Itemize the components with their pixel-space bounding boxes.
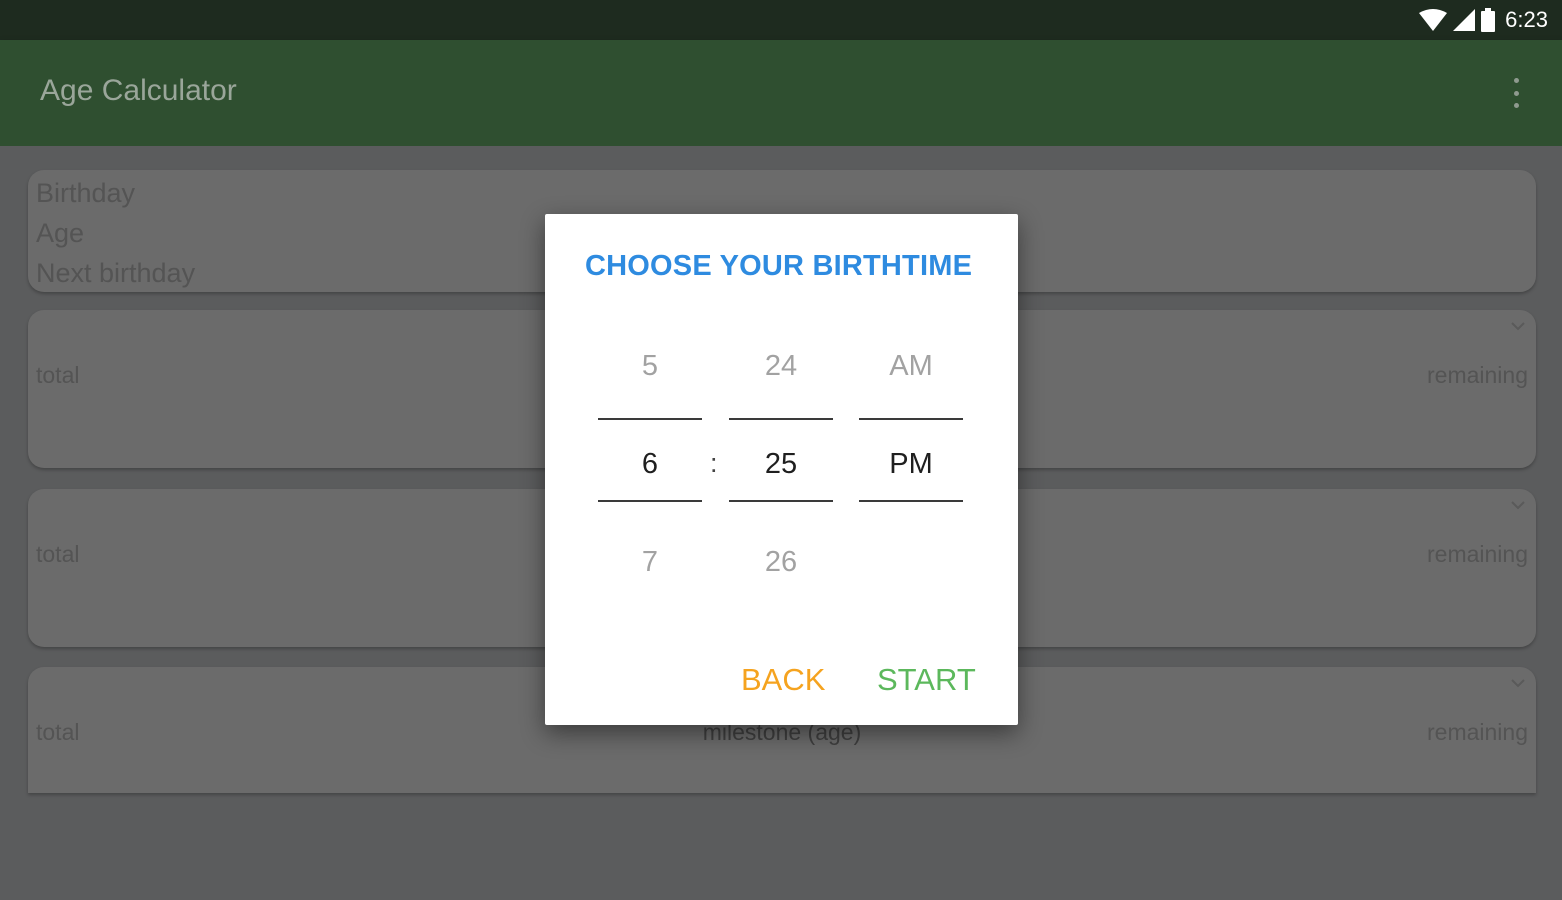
picker-divider [598,500,702,502]
chevron-down-icon[interactable] [1510,675,1526,691]
time-separator: : [710,448,718,478]
minute-prev[interactable]: 24 [729,350,833,383]
app-bar: Age Calculator [0,40,1562,146]
picker-divider [859,418,963,420]
birthtime-dialog: CHOOSE YOUR BIRTHTIME 5 6 7 : 24 25 26 A… [545,214,1018,725]
status-time: 6:23 [1505,7,1548,32]
wifi-icon [1419,9,1448,31]
dialog-title: CHOOSE YOUR BIRTHTIME [585,250,973,282]
stat-total-label: total [36,362,80,388]
hour-next[interactable]: 7 [598,546,702,579]
stat-remaining-label: remaining [1427,541,1528,567]
ampm-prev[interactable]: AM [859,350,963,383]
chevron-down-icon[interactable] [1510,497,1526,513]
picker-divider [729,418,833,420]
next-birthday-label: Next birthday [36,258,196,288]
app-title: Age Calculator [40,74,237,107]
status-icons: 6:23 [1419,6,1548,34]
overflow-dot [1513,90,1519,96]
minute-next[interactable]: 26 [729,546,833,579]
back-button[interactable]: BACK [741,662,825,698]
hour-current[interactable]: 6 [598,448,702,481]
overflow-dot [1513,78,1519,83]
picker-divider [598,418,702,420]
stat-remaining-label: remaining [1427,719,1528,745]
overflow-dot [1513,103,1519,108]
chevron-down-icon[interactable] [1510,318,1526,334]
battery-icon [1481,8,1496,32]
hour-picker[interactable]: 5 6 7 [598,334,702,604]
ampm-picker[interactable]: AM PM [859,334,963,604]
hour-prev[interactable]: 5 [598,350,702,383]
start-button[interactable]: START [877,662,976,698]
picker-divider [859,500,963,502]
ampm-current[interactable]: PM [859,448,963,481]
minute-current[interactable]: 25 [729,448,833,481]
stat-remaining-label: remaining [1427,362,1528,388]
overflow-menu-icon[interactable] [1510,78,1522,108]
minute-picker[interactable]: 24 25 26 [729,334,833,604]
status-bar: 6:23 [0,0,1562,40]
stat-total-label: total [36,541,80,567]
picker-divider [729,500,833,502]
birthday-label: Birthday [36,178,136,208]
cell-signal-icon [1453,9,1476,31]
age-label: Age [36,218,85,248]
